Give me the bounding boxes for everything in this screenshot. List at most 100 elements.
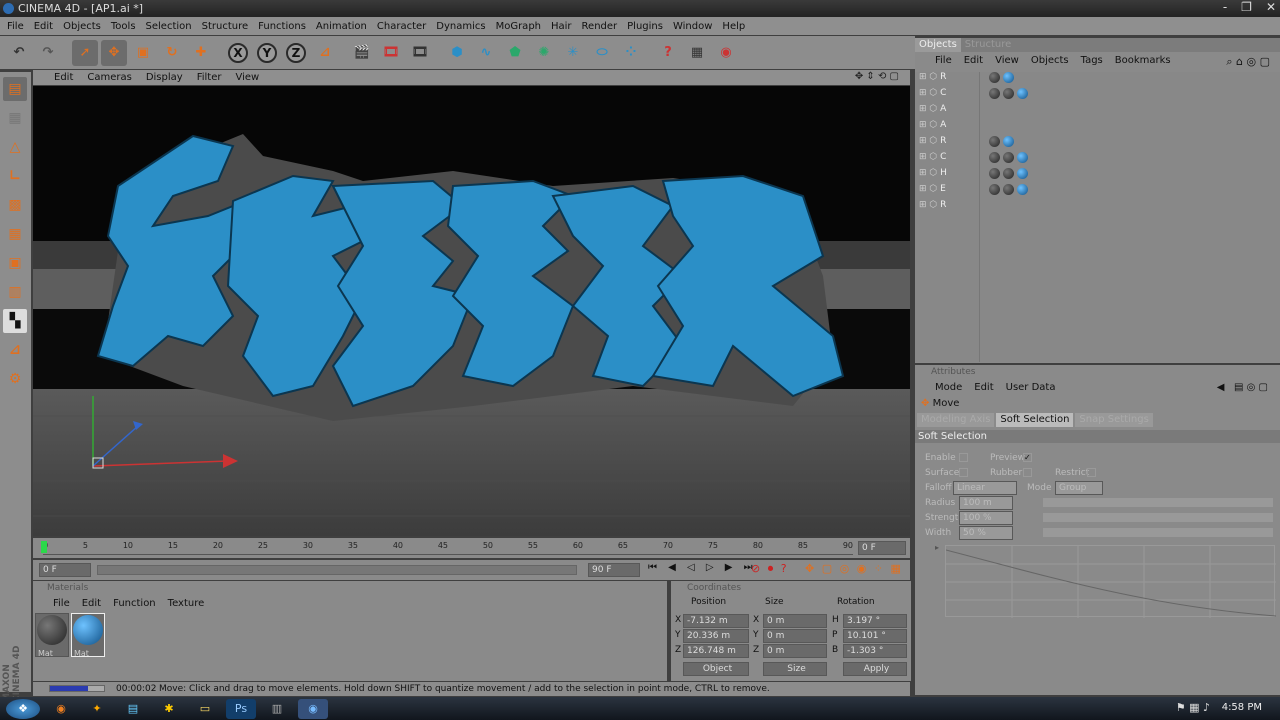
- viewport-menu-edit[interactable]: Edit: [47, 72, 80, 83]
- end-frame-field[interactable]: 90 F: [588, 563, 640, 577]
- objects-menu-file[interactable]: File: [929, 55, 958, 66]
- enable-checkbox[interactable]: [959, 453, 968, 462]
- use-axis-icon[interactable]: ∟: [3, 164, 27, 188]
- coordinate-system-icon[interactable]: ⊿: [312, 40, 338, 66]
- keyframe-controls[interactable]: ✥ ▢ ◎ ◉ ⁘ ▦: [805, 562, 903, 575]
- tab-objects[interactable]: Objects: [915, 38, 961, 52]
- falloff-curve-graph[interactable]: [945, 545, 1277, 618]
- object-row[interactable]: ⊞ ⬡ C: [919, 152, 1275, 168]
- menu-help[interactable]: Help: [717, 21, 750, 32]
- notepad-icon[interactable]: ▤: [118, 699, 148, 719]
- rotation-b-field[interactable]: -1.303 °: [843, 644, 907, 658]
- tab-structure[interactable]: Structure: [961, 38, 1016, 52]
- object-row[interactable]: ⊞ ⬡ A: [919, 104, 1275, 120]
- rubber-checkbox[interactable]: [1023, 468, 1032, 477]
- object-row[interactable]: ⊞ ⬡ E: [919, 184, 1275, 200]
- attributes-nav-icons[interactable]: ◀ ▤ ◎ ▢: [1211, 382, 1274, 393]
- tab-snap-settings[interactable]: Snap Settings: [1075, 413, 1153, 427]
- position-x-field[interactable]: -7.132 m: [683, 614, 749, 628]
- timeline-ruler[interactable]: 0 5 10 15 20 25 30 35 40 45 50 55 60 65 …: [33, 538, 910, 558]
- current-frame-field[interactable]: 0 F: [858, 541, 906, 555]
- y-axis-lock-icon[interactable]: Y: [254, 40, 280, 66]
- mode-select[interactable]: Group: [1055, 481, 1103, 495]
- objects-menu-view[interactable]: View: [989, 55, 1025, 66]
- radius-field[interactable]: 100 m: [959, 496, 1013, 510]
- strength-slider[interactable]: [1043, 513, 1273, 522]
- menu-window[interactable]: Window: [668, 21, 717, 32]
- record-controls[interactable]: ⊘ ⏺ ?: [751, 562, 789, 576]
- menu-hair[interactable]: Hair: [546, 21, 577, 32]
- tweak-mode-icon[interactable]: ⚙: [3, 367, 27, 391]
- use-model-icon[interactable]: ▤: [3, 77, 27, 101]
- menu-tools[interactable]: Tools: [106, 21, 141, 32]
- object-row[interactable]: ⊞ ⬡ H: [919, 168, 1275, 184]
- object-row[interactable]: ⊞ ⬡ R: [919, 136, 1275, 152]
- photoshop-icon[interactable]: Ps: [226, 698, 256, 719]
- render-picture-viewer-icon[interactable]: 🎞: [378, 40, 404, 66]
- playhead[interactable]: [41, 541, 47, 553]
- playback-controls[interactable]: ⏮ ◀ ◁ ▷ ▶ ⏭: [648, 562, 757, 573]
- redo-icon[interactable]: ↷: [35, 40, 61, 66]
- start-button[interactable]: ❖: [6, 698, 40, 719]
- falloff-select[interactable]: Linear: [953, 481, 1017, 495]
- object-row[interactable]: ⊞ ⬡ R: [919, 72, 1275, 88]
- menu-mograph[interactable]: MoGraph: [491, 21, 546, 32]
- viewport-menu-cameras[interactable]: Cameras: [80, 72, 138, 83]
- object-row[interactable]: ⊞ ⬡ A: [919, 120, 1275, 136]
- graph-expand-icon[interactable]: ▸: [935, 543, 939, 552]
- tray-icons[interactable]: ⚑ ▦ ♪: [1176, 701, 1210, 714]
- move-tool-icon[interactable]: ✥: [101, 39, 127, 66]
- light-icon[interactable]: ⁘: [618, 40, 644, 66]
- material-swatch[interactable]: Mat: [35, 613, 69, 658]
- coord-mode-select[interactable]: Object: [683, 662, 749, 676]
- web-icon[interactable]: ◉: [713, 40, 739, 66]
- material-swatch[interactable]: Mat: [71, 613, 105, 658]
- firefox-icon[interactable]: ◉: [46, 699, 76, 719]
- x-axis-lock-icon[interactable]: X: [225, 40, 251, 66]
- size-x-field[interactable]: 0 m: [763, 614, 827, 628]
- attributes-menu-mode[interactable]: Mode: [929, 382, 968, 393]
- search-icon[interactable]: ⌕ ⌂ ◎ ▢: [1220, 55, 1276, 69]
- viewport-menu-view[interactable]: View: [228, 72, 266, 83]
- rotate-tool-icon[interactable]: ↻: [159, 40, 185, 66]
- object-row[interactable]: ⊞ ⬡ R: [919, 200, 1275, 216]
- materials-menu-function[interactable]: Function: [107, 598, 162, 609]
- cube-icon[interactable]: ⬢: [444, 40, 470, 66]
- app-icon[interactable]: ✱: [154, 699, 184, 719]
- create-tool-icon[interactable]: ✚: [188, 40, 214, 66]
- size-y-field[interactable]: 0 m: [763, 629, 827, 643]
- menu-selection[interactable]: Selection: [141, 21, 197, 32]
- size-z-field[interactable]: 0 m: [763, 644, 827, 658]
- close-button[interactable]: ✕: [1266, 0, 1276, 17]
- surface-checkbox[interactable]: [959, 468, 968, 477]
- workplane-icon[interactable]: ⊿: [3, 338, 27, 362]
- use-object-icon[interactable]: ▦: [3, 106, 27, 130]
- menu-edit[interactable]: Edit: [29, 21, 58, 32]
- deformer-icon[interactable]: ✳: [560, 40, 586, 66]
- array-icon[interactable]: ✺: [531, 40, 557, 66]
- position-y-field[interactable]: 20.336 m: [683, 629, 749, 643]
- menu-plugins[interactable]: Plugins: [622, 21, 668, 32]
- animation-mode-icon[interactable]: ▥: [3, 280, 27, 304]
- objects-menu-bookmarks[interactable]: Bookmarks: [1109, 55, 1177, 66]
- attributes-menu-user-data[interactable]: User Data: [1000, 382, 1062, 393]
- menu-objects[interactable]: Objects: [58, 21, 106, 32]
- blender-icon[interactable]: ✦: [82, 699, 112, 719]
- menu-animation[interactable]: Animation: [311, 21, 372, 32]
- undo-icon[interactable]: ↶: [6, 40, 32, 66]
- position-z-field[interactable]: 126.748 m: [683, 644, 749, 658]
- start-frame-field[interactable]: 0 F: [39, 563, 91, 577]
- width-slider[interactable]: [1043, 528, 1273, 537]
- viewport-menu-filter[interactable]: Filter: [190, 72, 229, 83]
- objects-menu-edit[interactable]: Edit: [958, 55, 989, 66]
- maximize-button[interactable]: ❐: [1241, 0, 1252, 17]
- render-settings-icon[interactable]: 🎞: [407, 40, 433, 66]
- restrict-checkbox[interactable]: [1087, 468, 1096, 477]
- scene-icon[interactable]: ⬭: [589, 40, 615, 66]
- rotation-p-field[interactable]: 10.101 °: [843, 629, 907, 643]
- texture-mode-icon[interactable]: ▚: [3, 309, 27, 333]
- materials-menu-file[interactable]: File: [47, 598, 76, 609]
- render-view-icon[interactable]: 🎬: [349, 40, 375, 66]
- z-axis-lock-icon[interactable]: Z: [283, 40, 309, 66]
- materials-menu-texture[interactable]: Texture: [162, 598, 211, 609]
